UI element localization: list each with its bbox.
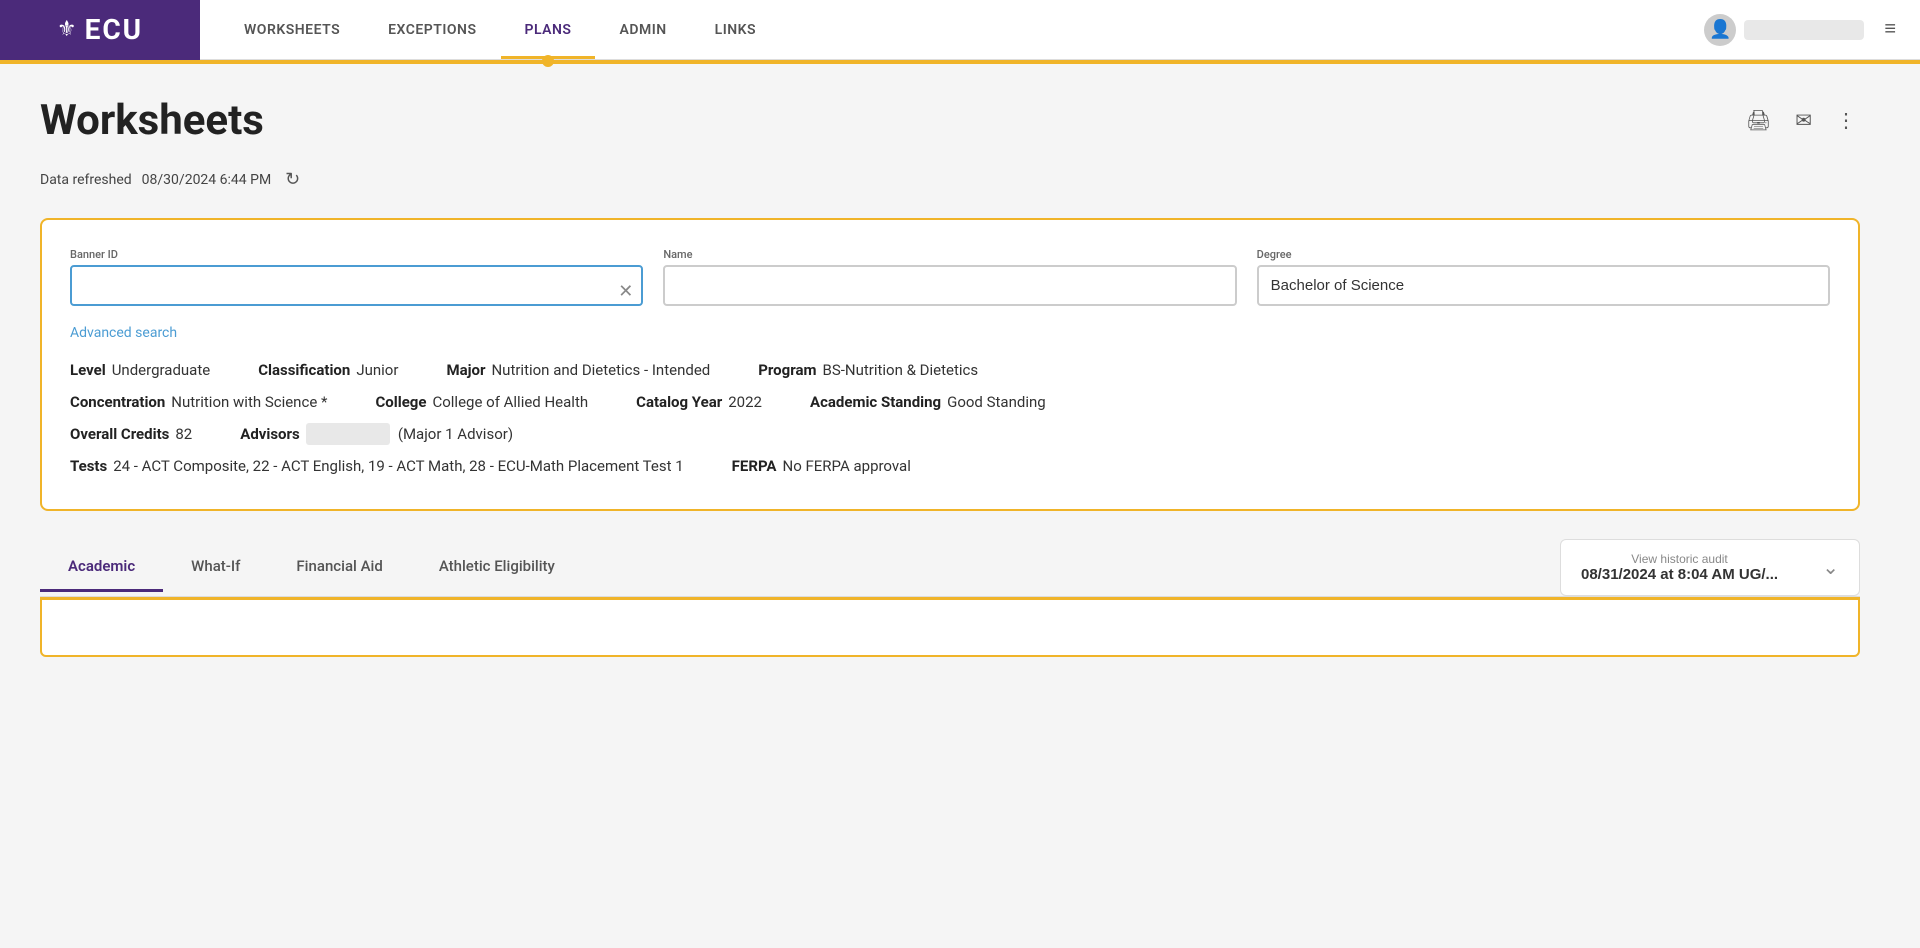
active-indicator [542,55,554,67]
search-fields: Banner ID ✕ Name Degree [70,248,1830,306]
print-button[interactable]: 🖨 [1742,104,1775,137]
program-pair: Program BS-Nutrition & Dietetics [758,361,978,379]
tabs-list: Academic What-If Financial Aid Athletic … [40,543,583,592]
student-info-row-4: Tests 24 - ACT Composite, 22 - ACT Engli… [70,457,1830,475]
degree-input[interactable] [1257,265,1830,306]
concentration-pair: Concentration Nutrition with Science * [70,393,327,411]
historic-audit-value: 08/31/2024 at 8:04 AM UG/... [1581,566,1778,583]
advisors-pair: Advisors (Major 1 Advisor) [240,425,513,443]
student-info-row-3: Overall Credits 82 Advisors (Major 1 Adv… [70,425,1830,443]
refresh-button[interactable]: ↻ [281,165,304,194]
name-label: Name [663,248,1236,261]
college-value: College of Allied Health [432,393,588,411]
advisors-suffix: (Major 1 Advisor) [398,425,513,443]
tab-financial-aid[interactable]: Financial Aid [268,543,410,592]
hamburger-menu-button[interactable]: ≡ [1880,14,1900,45]
search-card: Banner ID ✕ Name Degree Advanced search [40,218,1860,511]
concentration-value: Nutrition with Science * [171,393,327,411]
nav-link-worksheets[interactable]: WORKSHEETS [220,0,364,59]
classification-pair: Classification Junior [258,361,398,379]
banner-id-input[interactable] [70,265,643,306]
program-value: BS-Nutrition & Dietetics [823,361,979,379]
page-header: Worksheets 🖨 ✉ ⋮ [40,96,1860,145]
advisors-label: Advisors [240,425,299,443]
historic-audit-content: View historic audit 08/31/2024 at 8:04 A… [1581,552,1778,583]
catalog-year-label: Catalog Year [636,393,722,411]
historic-audit-button[interactable]: View historic audit 08/31/2024 at 8:04 A… [1560,539,1860,596]
nav-user: 👤 [1704,14,1864,46]
catalog-year-value: 2022 [728,393,762,411]
tab-what-if[interactable]: What-If [163,543,268,592]
student-info: Level Undergraduate Classification Junio… [70,361,1830,475]
nav-link-plans[interactable]: PLANS [501,0,596,59]
program-label: Program [758,361,816,379]
degree-field: Degree [1257,248,1830,306]
classification-value: Junior [356,361,398,379]
more-options-button[interactable]: ⋮ [1832,104,1860,137]
user-avatar-icon[interactable]: 👤 [1704,14,1736,46]
nav-link-links[interactable]: LINKS [691,0,780,59]
major-pair: Major Nutrition and Dietetics - Intended [446,361,710,379]
bottom-content-card [40,597,1860,657]
banner-id-label: Banner ID [70,248,643,261]
catalog-year-pair: Catalog Year 2022 [636,393,762,411]
overall-credits-value: 82 [175,425,192,443]
nav-bar: ⚜ ECU WORKSHEETS EXCEPTIONS PLANS ADMIN … [0,0,1920,60]
college-label: College [375,393,426,411]
academic-standing-label: Academic Standing [810,393,941,411]
ferpa-pair: FERPA No FERPA approval [732,457,911,475]
user-name-display [1744,20,1864,40]
page-header-actions: 🖨 ✉ ⋮ [1742,104,1860,137]
banner-id-field: Banner ID ✕ [70,248,643,306]
ferpa-value: No FERPA approval [783,457,911,475]
advisors-value: (Major 1 Advisor) [306,425,513,443]
advisors-name-placeholder [306,423,391,445]
tab-athletic-eligibility[interactable]: Athletic Eligibility [411,543,583,592]
logo-text: ECU [85,13,144,46]
email-button[interactable]: ✉ [1791,104,1816,137]
concentration-label: Concentration [70,393,165,411]
nav-link-exceptions[interactable]: EXCEPTIONS [364,0,500,59]
name-input[interactable] [663,265,1236,306]
ferpa-label: FERPA [732,457,777,475]
student-info-row-1: Level Undergraduate Classification Junio… [70,361,1830,379]
level-pair: Level Undergraduate [70,361,210,379]
academic-standing-pair: Academic Standing Good Standing [810,393,1046,411]
page-title: Worksheets [40,96,264,145]
name-field: Name [663,248,1236,306]
chevron-down-icon: ⌄ [1822,555,1839,580]
student-info-row-2: Concentration Nutrition with Science * C… [70,393,1830,411]
classification-label: Classification [258,361,350,379]
nav-right: 👤 ≡ [1704,14,1920,46]
logo-shield-icon: ⚜ [57,17,77,42]
level-label: Level [70,361,106,379]
overall-credits-label: Overall Credits [70,425,169,443]
nav-logo[interactable]: ⚜ ECU [0,0,200,60]
major-label: Major [446,361,485,379]
clear-banner-id-button[interactable]: ✕ [618,281,633,302]
refresh-date: 08/30/2024 6:44 PM [142,172,272,188]
tests-label: Tests [70,457,107,475]
tabs-section: Academic What-If Financial Aid Athletic … [40,539,1860,597]
tests-pair: Tests 24 - ACT Composite, 22 - ACT Engli… [70,457,684,475]
page-content: Worksheets 🖨 ✉ ⋮ Data refreshed 08/30/20… [0,64,1900,689]
nav-links: WORKSHEETS EXCEPTIONS PLANS ADMIN LINKS [220,0,780,59]
major-value: Nutrition and Dietetics - Intended [491,361,710,379]
overall-credits-pair: Overall Credits 82 [70,425,192,443]
refresh-bar: Data refreshed 08/30/2024 6:44 PM ↻ [40,165,1860,194]
advanced-search-link[interactable]: Advanced search [70,325,177,341]
refresh-label: Data refreshed [40,172,132,188]
tab-academic[interactable]: Academic [40,543,163,592]
historic-audit-label: View historic audit [1581,552,1778,566]
tests-value: 24 - ACT Composite, 22 - ACT English, 19… [113,457,683,475]
degree-label: Degree [1257,248,1830,261]
academic-standing-value: Good Standing [947,393,1046,411]
level-value: Undergraduate [112,361,211,379]
nav-link-admin[interactable]: ADMIN [595,0,690,59]
college-pair: College College of Allied Health [375,393,588,411]
